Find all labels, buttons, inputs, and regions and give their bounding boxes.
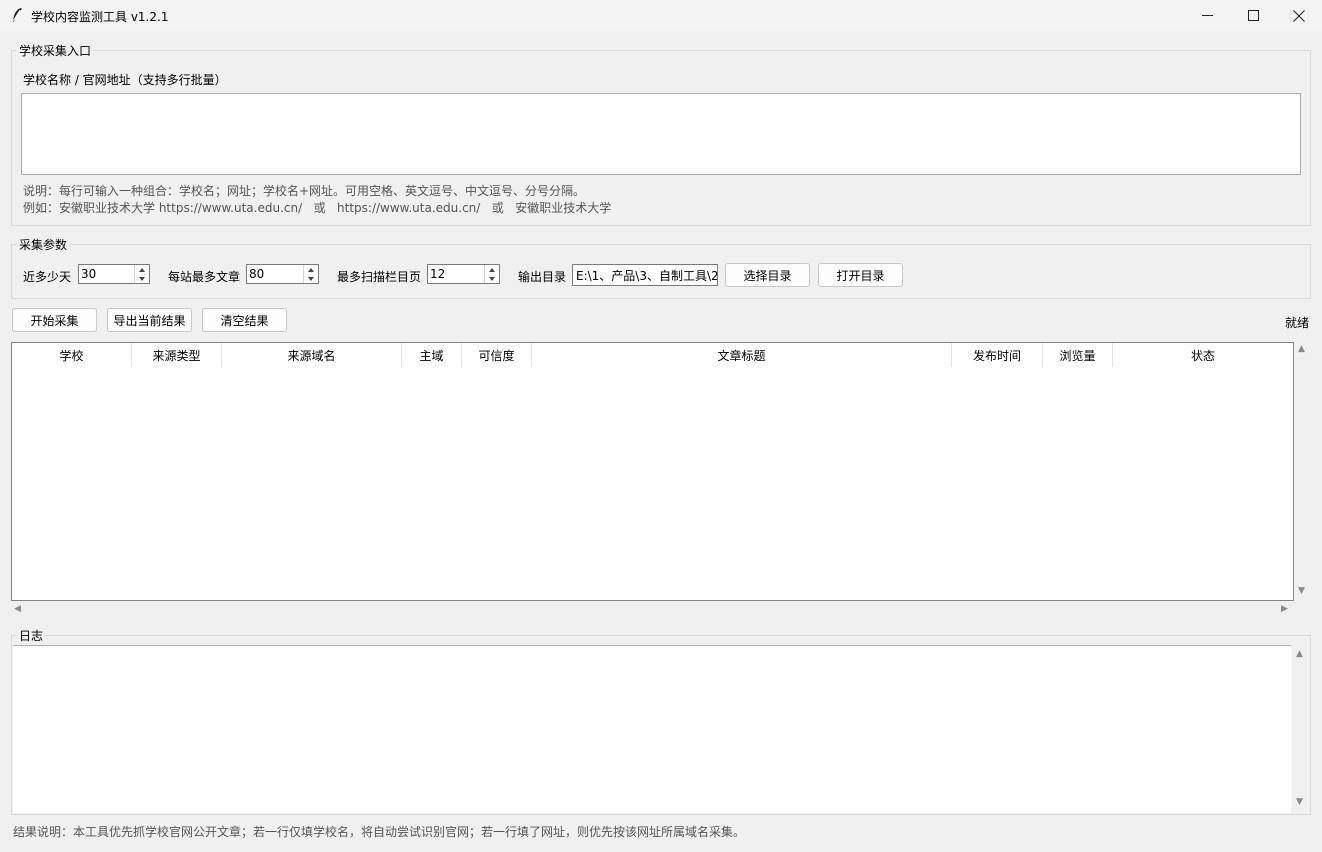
column-header[interactable]: 来源域名	[222, 343, 402, 367]
max-articles-spinbox[interactable]	[246, 264, 319, 284]
close-button[interactable]	[1276, 0, 1322, 31]
choose-dir-button[interactable]: 选择目录	[725, 263, 810, 287]
max-articles-input[interactable]	[249, 266, 299, 282]
scroll-right-icon[interactable]: ▶	[1281, 604, 1288, 614]
maximize-icon	[1247, 10, 1259, 21]
log-vertical-scrollbar[interactable]: ▲ ▼	[1292, 645, 1308, 812]
status-text: 就绪	[1285, 316, 1310, 330]
max-pages-label: 最多扫描栏目页	[337, 270, 422, 284]
school-input-label: 学校名称 / 官网地址（支持多行批量）	[23, 73, 227, 87]
scroll-down-icon[interactable]: ▼	[1296, 797, 1303, 807]
spin-down-icon[interactable]	[485, 274, 499, 283]
minimize-button[interactable]	[1184, 0, 1230, 31]
days-input[interactable]	[81, 266, 131, 282]
output-dir-field[interactable]: E:\1、产品\3、自制工具\2	[572, 264, 718, 286]
input-hint-line1: 说明：每行可输入一种组合：学校名；网址；学校名+网址。可用空格、英文逗号、中文逗…	[23, 184, 586, 198]
column-header[interactable]: 来源类型	[132, 343, 222, 367]
open-dir-button[interactable]: 打开目录	[818, 263, 903, 287]
minimize-icon	[1201, 15, 1213, 16]
school-input-textarea[interactable]	[21, 93, 1301, 175]
spin-down-icon[interactable]	[135, 274, 149, 283]
spin-up-icon[interactable]	[135, 265, 149, 274]
max-pages-spinbox[interactable]	[427, 264, 500, 284]
days-spinbox[interactable]	[78, 264, 150, 284]
spin-up-icon[interactable]	[485, 265, 499, 274]
table-vertical-scrollbar[interactable]: ▲ ▼	[1294, 342, 1310, 601]
column-header[interactable]: 浏览量	[1043, 343, 1113, 367]
scroll-up-icon[interactable]: ▲	[1296, 649, 1303, 659]
title-bar[interactable]: 学校内容监测工具 v1.2.1	[0, 0, 1322, 31]
log-legend: 日志	[17, 627, 46, 644]
column-header[interactable]: 可信度	[462, 343, 532, 367]
column-header[interactable]: 主域	[402, 343, 462, 367]
column-header[interactable]: 文章标题	[532, 343, 952, 367]
column-header[interactable]: 学校	[12, 343, 132, 367]
footer-note: 结果说明：本工具优先抓学校官网公开文章；若一行仅填学校名，将自动尝试识别官网；若…	[13, 825, 746, 839]
results-table[interactable]: 学校 来源类型 来源域名 主域 可信度 文章标题 发布时间 浏览量 状态	[11, 342, 1294, 601]
log-textarea[interactable]	[13, 645, 1291, 813]
clear-results-button[interactable]: 清空结果	[202, 308, 287, 332]
table-horizontal-scrollbar[interactable]: ◀ ▶	[11, 602, 1294, 618]
school-input-legend: 学校采集入口	[17, 42, 94, 59]
scroll-up-icon[interactable]: ▲	[1298, 344, 1305, 354]
input-hint-line2: 例如：安徽职业技术大学 https://www.uta.edu.cn/ 或 ht…	[23, 201, 612, 215]
scroll-down-icon[interactable]: ▼	[1298, 586, 1305, 596]
column-header[interactable]: 发布时间	[952, 343, 1043, 367]
feather-icon	[12, 8, 22, 22]
max-pages-input[interactable]	[430, 266, 480, 282]
export-results-button[interactable]: 导出当前结果	[107, 308, 192, 332]
column-header[interactable]: 状态	[1113, 343, 1293, 367]
days-label: 近多少天	[23, 270, 72, 284]
start-collect-button[interactable]: 开始采集	[12, 308, 97, 332]
params-legend: 采集参数	[17, 236, 70, 253]
maximize-button[interactable]	[1230, 0, 1276, 31]
max-articles-label: 每站最多文章	[168, 270, 241, 284]
scroll-left-icon[interactable]: ◀	[14, 604, 21, 614]
output-dir-label: 输出目录	[518, 270, 567, 284]
spin-up-icon[interactable]	[304, 265, 318, 274]
window-title: 学校内容监测工具 v1.2.1	[31, 10, 169, 24]
close-icon	[1293, 9, 1305, 22]
spin-down-icon[interactable]	[304, 274, 318, 283]
